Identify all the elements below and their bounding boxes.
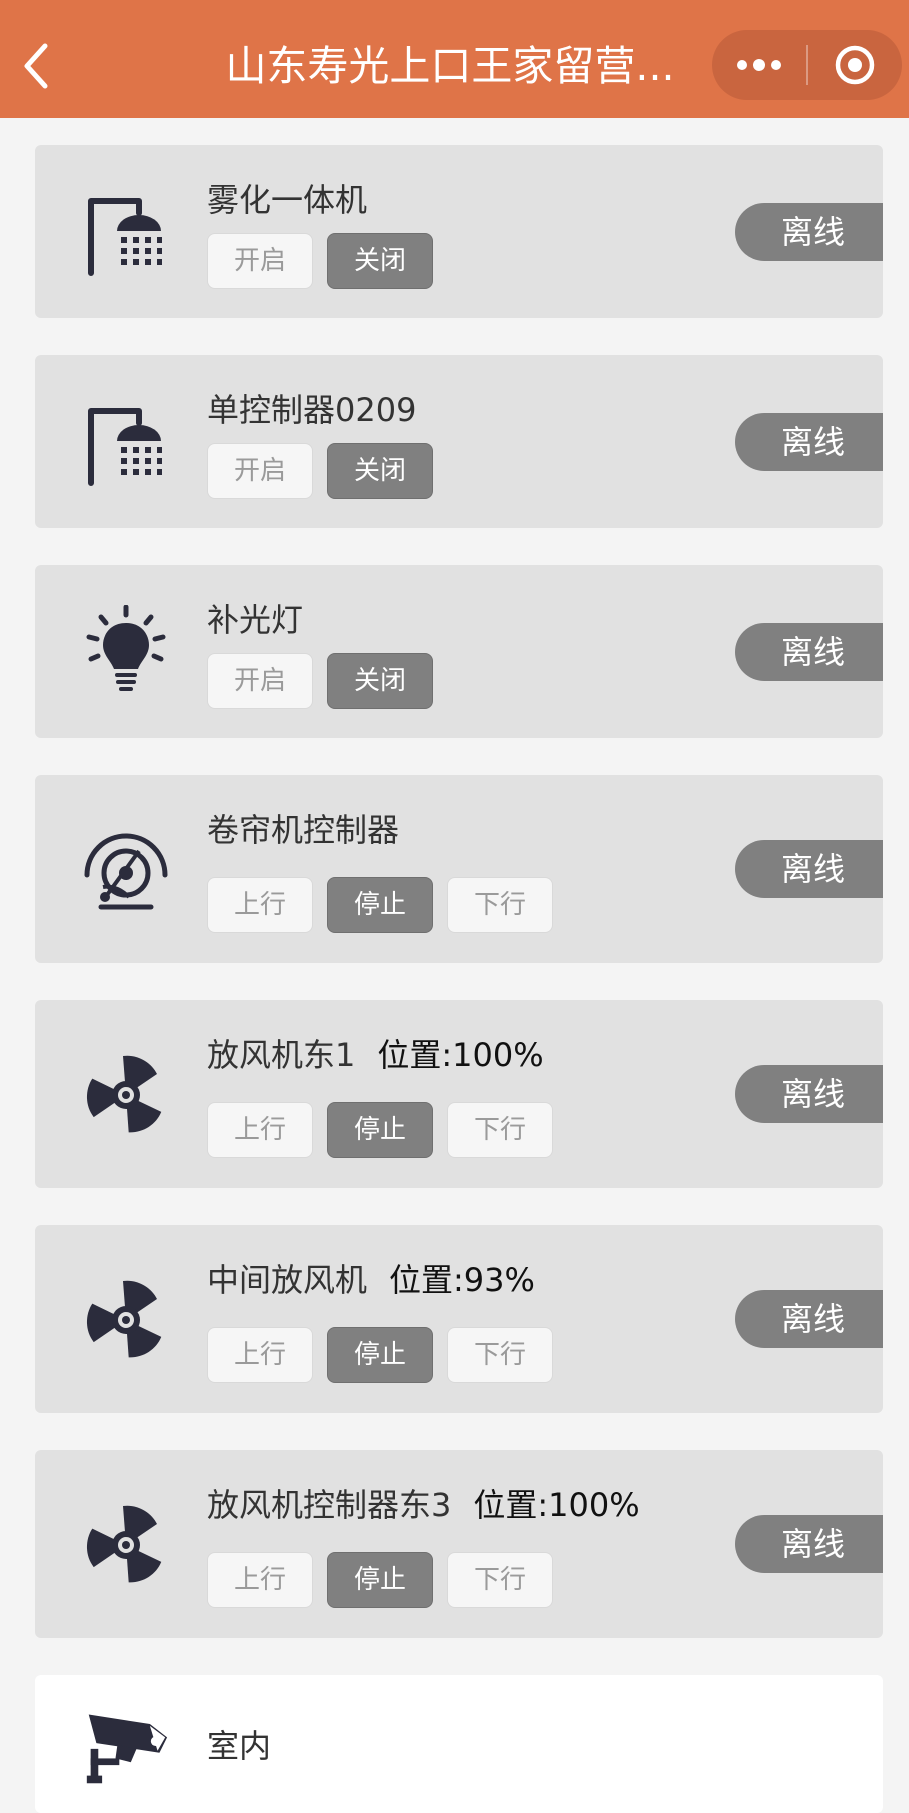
down-button[interactable]: 下行 [447,1102,553,1158]
fan-icon [83,1052,169,1138]
on-button[interactable]: 开启 [207,233,313,289]
device-name-text: 放风机控制器东3 [207,1486,452,1524]
device-name: 单控制器0209 [207,391,417,429]
device-name: 放风机东1 位置:100% [207,1030,544,1076]
security-camera-icon [83,1703,169,1789]
up-button[interactable]: 上行 [207,1102,313,1158]
down-button[interactable]: 下行 [447,1552,553,1608]
up-button[interactable]: 上行 [207,1327,313,1383]
target-close-icon [835,45,875,85]
stop-button[interactable]: 停止 [327,1327,433,1383]
camera-card[interactable]: 室内 [35,1675,883,1813]
more-dots-icon [737,59,781,71]
device-name-text: 放风机东1 [207,1036,356,1074]
mini-program-capsule [712,30,902,100]
device-card: 补光灯 开启 关闭 离线 [35,565,883,738]
device-name: 中间放风机 位置:93% [207,1255,535,1301]
close-button[interactable] [808,30,902,100]
device-card: 卷帘机控制器 上行 停止 下行 离线 [35,775,883,963]
fan-icon [83,1502,169,1588]
status-badge: 离线 [735,1515,883,1573]
position-value: 位置:93% [389,1261,535,1299]
on-button[interactable]: 开启 [207,653,313,709]
status-badge: 离线 [735,1290,883,1348]
status-badge: 离线 [735,413,883,471]
page-title: 山东寿光上口王家留营... [225,42,675,90]
camera-name: 室内 [207,1727,272,1765]
device-name: 放风机控制器东3 位置:100% [207,1480,640,1526]
device-card: 雾化一体机 开启 关闭 离线 [35,145,883,318]
back-button[interactable] [14,38,58,94]
shower-icon [83,401,169,487]
lightbulb-icon [83,605,169,693]
on-button[interactable]: 开启 [207,443,313,499]
device-name-text: 中间放风机 [207,1261,368,1299]
device-name: 雾化一体机 [207,181,368,219]
stop-button[interactable]: 停止 [327,877,433,933]
device-card: 放风机东1 位置:100% 上行 停止 下行 离线 [35,1000,883,1188]
device-name: 卷帘机控制器 [207,811,400,849]
more-button[interactable] [712,30,806,100]
up-button[interactable]: 上行 [207,877,313,933]
off-button[interactable]: 关闭 [327,443,433,499]
status-badge: 离线 [735,203,883,261]
position-value: 位置:100% [473,1486,640,1524]
chevron-left-icon [24,43,48,89]
position-value: 位置:100% [377,1036,544,1074]
device-card: 单控制器0209 开启 关闭 离线 [35,355,883,528]
fan-icon [83,1277,169,1363]
device-card: 中间放风机 位置:93% 上行 停止 下行 离线 [35,1225,883,1413]
stop-button[interactable]: 停止 [327,1552,433,1608]
nav-bar: 山东寿光上口王家留营... [0,0,909,118]
device-card: 放风机控制器东3 位置:100% 上行 停止 下行 离线 [35,1450,883,1638]
up-button[interactable]: 上行 [207,1552,313,1608]
down-button[interactable]: 下行 [447,877,553,933]
stop-button[interactable]: 停止 [327,1102,433,1158]
device-name: 补光灯 [207,601,304,639]
status-badge: 离线 [735,623,883,681]
off-button[interactable]: 关闭 [327,233,433,289]
status-badge: 离线 [735,1065,883,1123]
roller-shutter-icon [83,825,169,911]
shower-icon [83,191,169,277]
down-button[interactable]: 下行 [447,1327,553,1383]
off-button[interactable]: 关闭 [327,653,433,709]
status-badge: 离线 [735,840,883,898]
